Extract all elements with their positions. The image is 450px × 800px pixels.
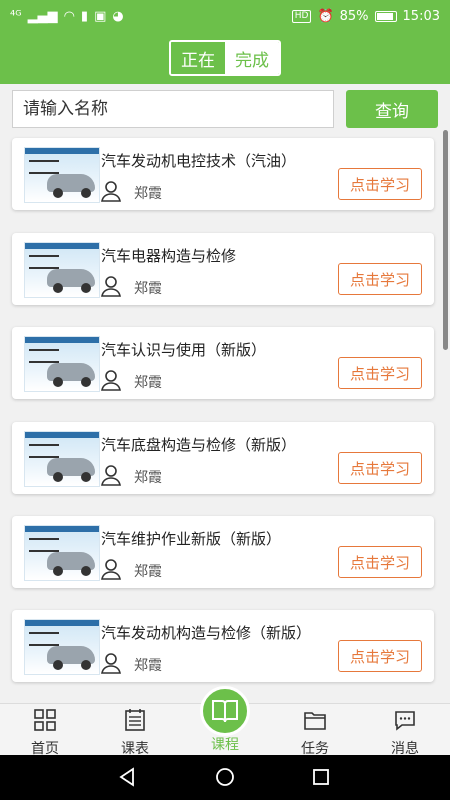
teacher-name: 郑霞: [134, 470, 162, 486]
start-learning-button[interactable]: 点击学习: [338, 263, 422, 295]
signal-bars-icon: ▂▄▆: [27, 8, 58, 24]
clock-time: 15:03: [402, 8, 440, 24]
course-card[interactable]: 汽车发动机电控技术（汽油） 郑霞 点击学习: [12, 138, 434, 210]
search-button[interactable]: 查询: [346, 90, 438, 128]
tab-completed[interactable]: 完成: [225, 42, 279, 74]
sim-icon: ▮: [80, 8, 89, 24]
alarm-icon: ⏰: [317, 8, 334, 24]
folder-icon: [304, 712, 326, 730]
signal-indicator: ⁴ᴳ: [10, 8, 22, 24]
course-card[interactable]: 汽车电器构造与检修 郑霞 点击学习: [12, 233, 434, 305]
nav-home[interactable]: 首页: [0, 704, 90, 757]
home-icon[interactable]: [215, 767, 235, 791]
teacher-name: 郑霞: [134, 186, 162, 202]
course-thumbnail: [24, 619, 100, 675]
course-card[interactable]: 汽车发动机构造与检修（新版） 郑霞 点击学习: [12, 610, 434, 682]
teacher-name: 郑霞: [134, 281, 162, 297]
course-title: 汽车认识与使用（新版）: [101, 341, 267, 359]
start-learning-button[interactable]: 点击学习: [338, 357, 422, 389]
course-title: 汽车底盘构造与检修（新版）: [101, 436, 297, 454]
system-nav-bar: [0, 755, 450, 800]
tab-in-progress[interactable]: 正在: [171, 42, 225, 74]
teacher-name: 郑霞: [134, 658, 162, 674]
battery-percent: 85%: [339, 8, 369, 24]
scrollbar[interactable]: [443, 130, 448, 350]
schedule-icon: [125, 709, 145, 731]
back-icon[interactable]: [117, 767, 137, 791]
course-title: 汽车发动机电控技术（汽油）: [101, 152, 297, 170]
start-learning-button[interactable]: 点击学习: [338, 546, 422, 578]
teacher-icon: [101, 181, 121, 202]
nav-schedule[interactable]: 课表: [90, 704, 180, 757]
status-segmented-control: 正在 完成: [169, 40, 281, 76]
course-title: 汽车维护作业新版（新版）: [101, 530, 282, 548]
chat-icon: [395, 711, 415, 731]
grid-icon: [34, 709, 56, 731]
start-learning-button[interactable]: 点击学习: [338, 452, 422, 484]
course-thumbnail: [24, 336, 100, 392]
status-bar: ⁴ᴳ ▂▄▆ ◠ ▮ ▣ ◕ HD ⏰ 85% 15:03: [0, 0, 450, 32]
start-learning-button[interactable]: 点击学习: [338, 168, 422, 200]
course-thumbnail: [24, 525, 100, 581]
bottom-nav: 首页 课表 课程 任务 消息: [0, 686, 450, 757]
battery-icon: [374, 10, 397, 22]
teacher-icon: [101, 559, 121, 580]
app-notification-icon: ▣: [94, 8, 107, 24]
course-thumbnail: [24, 147, 100, 203]
wechat-icon: ◕: [112, 8, 124, 24]
teacher-icon: [101, 653, 121, 674]
start-learning-button[interactable]: 点击学习: [338, 640, 422, 672]
course-card[interactable]: 汽车底盘构造与检修（新版） 郑霞 点击学习: [12, 422, 434, 494]
teacher-name: 郑霞: [134, 375, 162, 391]
header: 正在 完成: [0, 32, 450, 84]
status-left: ⁴ᴳ ▂▄▆ ◠ ▮ ▣ ◕: [10, 9, 124, 24]
teacher-icon: [101, 276, 121, 297]
teacher-icon: [101, 465, 121, 486]
teacher-name: 郑霞: [134, 564, 162, 580]
nav-course-label: 课程: [211, 737, 239, 753]
course-title: 汽车发动机构造与检修（新版）: [101, 624, 312, 642]
search-row: 查询: [12, 90, 438, 128]
wifi-icon: ◠: [63, 8, 75, 24]
nav-message[interactable]: 消息: [360, 704, 450, 757]
course-card[interactable]: 汽车认识与使用（新版） 郑霞 点击学习: [12, 327, 434, 399]
status-right: HD ⏰ 85% 15:03: [291, 8, 440, 24]
course-title: 汽车电器构造与检修: [101, 247, 237, 265]
recents-icon[interactable]: [311, 767, 331, 791]
teacher-icon: [101, 370, 121, 391]
search-input[interactable]: [12, 90, 334, 128]
course-thumbnail: [24, 431, 100, 487]
course-card[interactable]: 汽车维护作业新版（新版） 郑霞 点击学习: [12, 516, 434, 588]
course-thumbnail: [24, 242, 100, 298]
hd-badge: HD: [291, 9, 312, 23]
nav-task[interactable]: 任务: [270, 704, 360, 757]
nav-course[interactable]: 课程: [180, 704, 270, 756]
